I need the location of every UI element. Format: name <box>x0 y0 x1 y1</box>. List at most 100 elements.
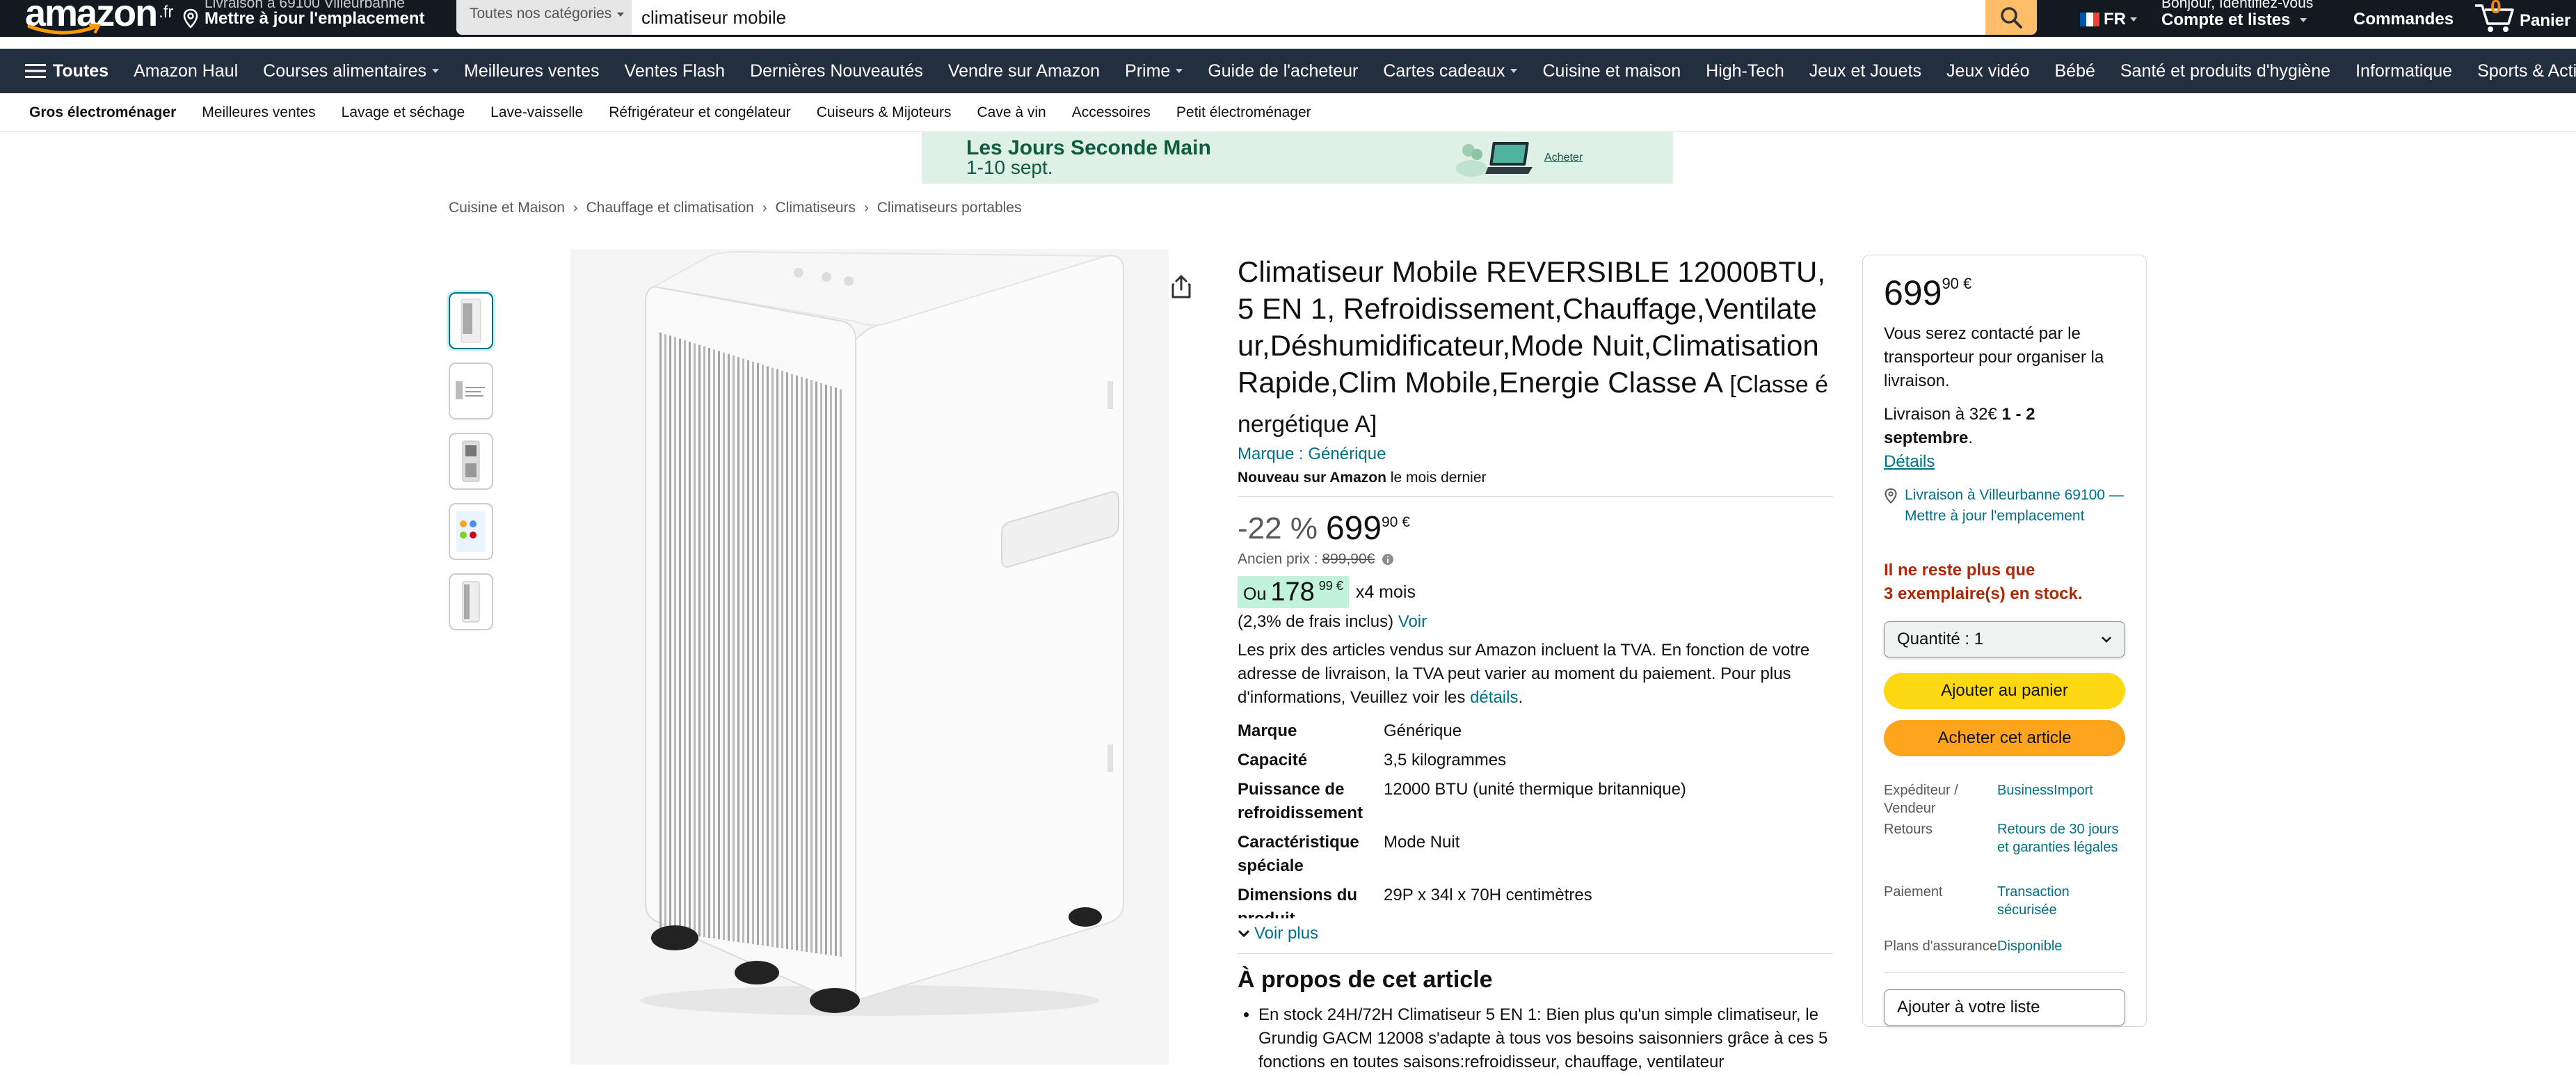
subnav-item-gros-electromenager[interactable]: Gros électroménager <box>29 104 176 121</box>
grille-slat <box>689 342 691 935</box>
grille-slat <box>713 349 715 939</box>
cart-button[interactable]: 0 Panier <box>2474 0 2570 33</box>
delivery-prefix: Livraison à 32€ <box>1884 405 1997 424</box>
nav-item-high-tech[interactable]: High-Tech <box>1706 61 1784 81</box>
breadcrumb-item[interactable]: Climatiseurs portables <box>877 200 1022 216</box>
product-title: Climatiseur Mobile REVERSIBLE 12000BTU, … <box>1238 253 1833 443</box>
account-menu[interactable]: Bonjour, Identifiez-vous Compte et liste… <box>2161 0 2313 32</box>
grille-slat <box>747 360 749 943</box>
banner-title: Les Jours Seconde Main <box>966 136 1211 159</box>
air-conditioner-back-thumbnail <box>462 440 480 482</box>
nav-item-amazon-haul[interactable]: Amazon Haul <box>134 61 238 81</box>
returns-link[interactable]: Retours de 30 jours et garanties légales <box>1997 820 2125 856</box>
quantity-dropdown[interactable]: Quantité : 1 <box>1884 621 2125 657</box>
nav-item-vendre[interactable]: Vendre sur Amazon <box>948 61 1100 81</box>
vat-text: Les prix des articles vendus sur Amazon … <box>1238 641 1810 707</box>
spec-value: 3,5 kilogrammes <box>1384 751 1507 769</box>
spec-row: Puissance de refroidissement 12000 BTU (u… <box>1238 778 1833 825</box>
nav-item-jeux-video[interactable]: Jeux vidéo <box>1946 61 2030 81</box>
nav-item-bebe[interactable]: Bébé <box>2054 61 2095 81</box>
nav-item-cartes-cadeaux[interactable]: Cartes cadeaux <box>1383 61 1518 81</box>
banner-cta[interactable]: Acheter <box>1544 152 1583 164</box>
payment-link[interactable]: Transaction sécurisée <box>1997 883 2125 919</box>
brand-link[interactable]: Marque : Générique <box>1238 445 1833 464</box>
amazon-logo[interactable]: amazon .fr <box>25 0 173 35</box>
subnav-item-accessoires[interactable]: Accessoires <box>1072 104 1151 121</box>
nav-item-meilleures-ventes[interactable]: Meilleures ventes <box>464 61 600 81</box>
add-to-list-button[interactable]: Ajouter à votre liste <box>1884 989 2125 1026</box>
thumbnail-3[interactable] <box>449 433 493 490</box>
grille-slat <box>742 358 744 943</box>
search-category-dropdown[interactable]: Toutes nos catégories <box>456 0 632 35</box>
search-button[interactable] <box>1985 0 2037 35</box>
spec-key: Dimensions du produit <box>1238 886 1358 918</box>
thumbnail-2[interactable] <box>449 362 493 420</box>
old-price-label: Ancien prix : <box>1238 551 1318 567</box>
nav-item-jeux-jouets[interactable]: Jeux et Jouets <box>1809 61 1921 81</box>
subnav-item-cuiseurs[interactable]: Cuiseurs & Mijoteurs <box>817 104 952 121</box>
thumbnail-4[interactable] <box>449 503 493 560</box>
breadcrumb-item[interactable]: Cuisine et Maison <box>449 200 565 216</box>
grille-slat <box>723 352 725 941</box>
hamburger-icon <box>25 64 46 78</box>
subnav-item-lavage[interactable]: Lavage et séchage <box>342 104 465 121</box>
share-button[interactable] <box>1170 274 1192 303</box>
seller-link[interactable]: BusinessImport <box>1997 781 2125 817</box>
nav-item-guide[interactable]: Guide de l'acheteur <box>1208 61 1358 81</box>
voir-plus-link[interactable]: Voir plus <box>1238 924 1833 943</box>
grille-slat <box>703 346 705 937</box>
spec-row: Dimensions du produit 29P x 34l x 70H cen… <box>1238 884 1833 918</box>
stock-line1: Il ne reste plus que <box>1884 561 2035 580</box>
nav-item-nouveautes[interactable]: Dernières Nouveautés <box>750 61 923 81</box>
promo-banner[interactable]: Les Jours Seconde Main 1-10 sept. Achete… <box>922 132 1673 184</box>
orders-link[interactable]: Commandes <box>2353 10 2454 29</box>
france-flag-icon <box>2080 13 2099 26</box>
thumbnail-1[interactable] <box>449 292 493 349</box>
product-main-image[interactable] <box>570 249 1169 1064</box>
add-to-cart-button[interactable]: Ajouter au panier <box>1884 673 2125 709</box>
delivery-location-link[interactable]: Livraison à Villeurbanne 69100 — Mettre … <box>1884 485 2125 527</box>
subnav-item-refrigerateur[interactable]: Réfrigérateur et congélateur <box>609 104 791 121</box>
grille-slat <box>806 378 808 952</box>
new-on-bold: Nouveau sur Amazon <box>1238 470 1386 486</box>
delivery-location[interactable]: Livraison à 69100 Villeurbanne Mettre à … <box>182 0 424 29</box>
air-conditioner-thumbnail <box>461 298 481 343</box>
subnav-item-petit-electromenager[interactable]: Petit électroménager <box>1176 104 1311 121</box>
chevron-down-icon <box>1176 69 1183 73</box>
plans-link[interactable]: Disponible <box>1997 937 2125 955</box>
breadcrumb-item[interactable]: Climatiseurs <box>776 200 856 216</box>
nav-item-prime[interactable]: Prime <box>1125 61 1183 81</box>
thumbnail-5[interactable] <box>449 573 493 630</box>
details-link[interactable]: Détails <box>1884 450 2125 474</box>
main-nav: Toutes Amazon Haul Courses alimentaires … <box>0 49 2576 93</box>
price-block: -22 % 69990 € <box>1238 512 1833 545</box>
search-category-label: Toutes nos catégories <box>470 6 612 22</box>
nav-item-ventes-flash[interactable]: Ventes Flash <box>625 61 726 81</box>
nav-all-button[interactable]: Toutes <box>25 61 109 81</box>
about-title: À propos de cet article <box>1238 966 1493 993</box>
nav-item-sante[interactable]: Santé et produits d'hygiène <box>2120 61 2330 81</box>
buy-now-button[interactable]: Acheter cet article <box>1884 720 2125 756</box>
nav-item-courses[interactable]: Courses alimentaires <box>263 61 439 81</box>
nav-item-informatique[interactable]: Informatique <box>2355 61 2452 81</box>
grille-slat <box>762 365 764 946</box>
grille-slat <box>840 389 842 957</box>
subnav-item-cave-a-vin[interactable]: Cave à vin <box>977 104 1046 121</box>
subnav-item-lave-vaisselle[interactable]: Lave-vaisselle <box>490 104 583 121</box>
installment-whole: 178 <box>1270 577 1315 607</box>
vat-notice: Les prix des articles vendus sur Amazon … <box>1238 641 1810 707</box>
breadcrumb-item[interactable]: Chauffage et climatisation <box>586 200 754 216</box>
nav-item-cuisine[interactable]: Cuisine et maison <box>1542 61 1681 81</box>
info-icon[interactable] <box>1382 553 1394 566</box>
fees-link[interactable]: Voir <box>1398 612 1427 631</box>
nav-item-sports[interactable]: Sports & Activités en plein-air <box>2477 61 2576 81</box>
search-input[interactable] <box>632 0 1985 35</box>
vat-details-link[interactable]: détails <box>1470 688 1518 707</box>
subnav-item-meilleures-ventes[interactable]: Meilleures ventes <box>202 104 315 121</box>
chevron-right-icon: › <box>762 200 767 216</box>
grille-slat <box>767 366 769 946</box>
language-selector[interactable]: FR <box>2080 10 2137 29</box>
delivery-info: Livraison à 32€ 1 - 2 septembre. Détails <box>1884 403 2125 474</box>
chevron-down-icon <box>2130 17 2137 22</box>
grille-slat <box>791 374 793 950</box>
